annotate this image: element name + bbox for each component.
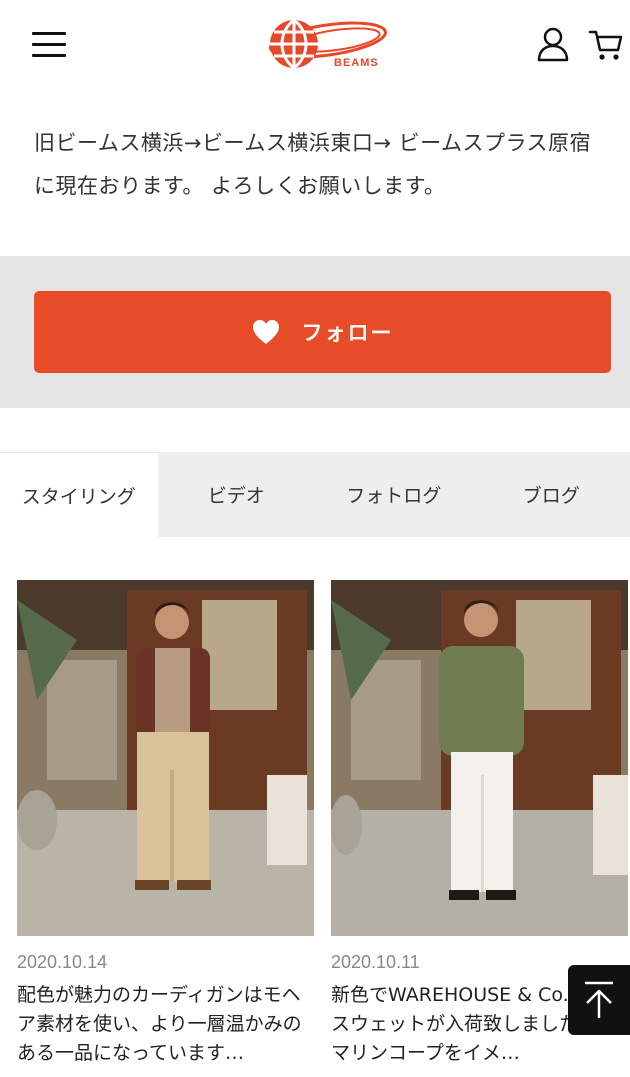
brand-logo[interactable]: BEAMS <box>258 16 388 74</box>
heart-icon <box>252 320 279 344</box>
user-icon[interactable] <box>536 26 570 62</box>
follow-button[interactable]: フォロー <box>34 291 611 373</box>
styling-photo[interactable] <box>331 580 628 936</box>
tab-blog[interactable]: ブログ <box>473 452 630 537</box>
styling-photo[interactable] <box>17 580 314 936</box>
scroll-to-top-button[interactable] <box>568 965 630 1035</box>
tab-styling[interactable]: スタイリング <box>0 452 158 537</box>
follow-section: フォロー <box>0 256 630 408</box>
post-date: 2020.10.14 <box>17 952 108 972</box>
menu-icon[interactable] <box>32 32 66 58</box>
arrow-up-icon <box>585 981 613 1018</box>
logo-text: BEAMS <box>334 57 379 69</box>
styling-card[interactable]: 2020.10.14 配色が魅力のカーディガンはモヘア素材を使い、より一層温かみ… <box>17 580 314 1068</box>
styling-grid: 2020.10.14 配色が魅力のカーディガンはモヘア素材を使い、より一層温かみ… <box>17 580 630 1068</box>
post-description[interactable]: 配色が魅力のカーディガンはモヘア素材を使い、より一層温かみのある一品になっていま… <box>17 981 314 1068</box>
content-tabs: スタイリング ビデオ フォトログ ブログ <box>0 452 630 537</box>
header: BEAMS <box>0 0 630 92</box>
tab-photolog[interactable]: フォトログ <box>315 452 473 537</box>
tab-video[interactable]: ビデオ <box>158 452 316 537</box>
cart-icon[interactable] <box>588 28 624 62</box>
follow-label: フォロー <box>301 321 394 345</box>
